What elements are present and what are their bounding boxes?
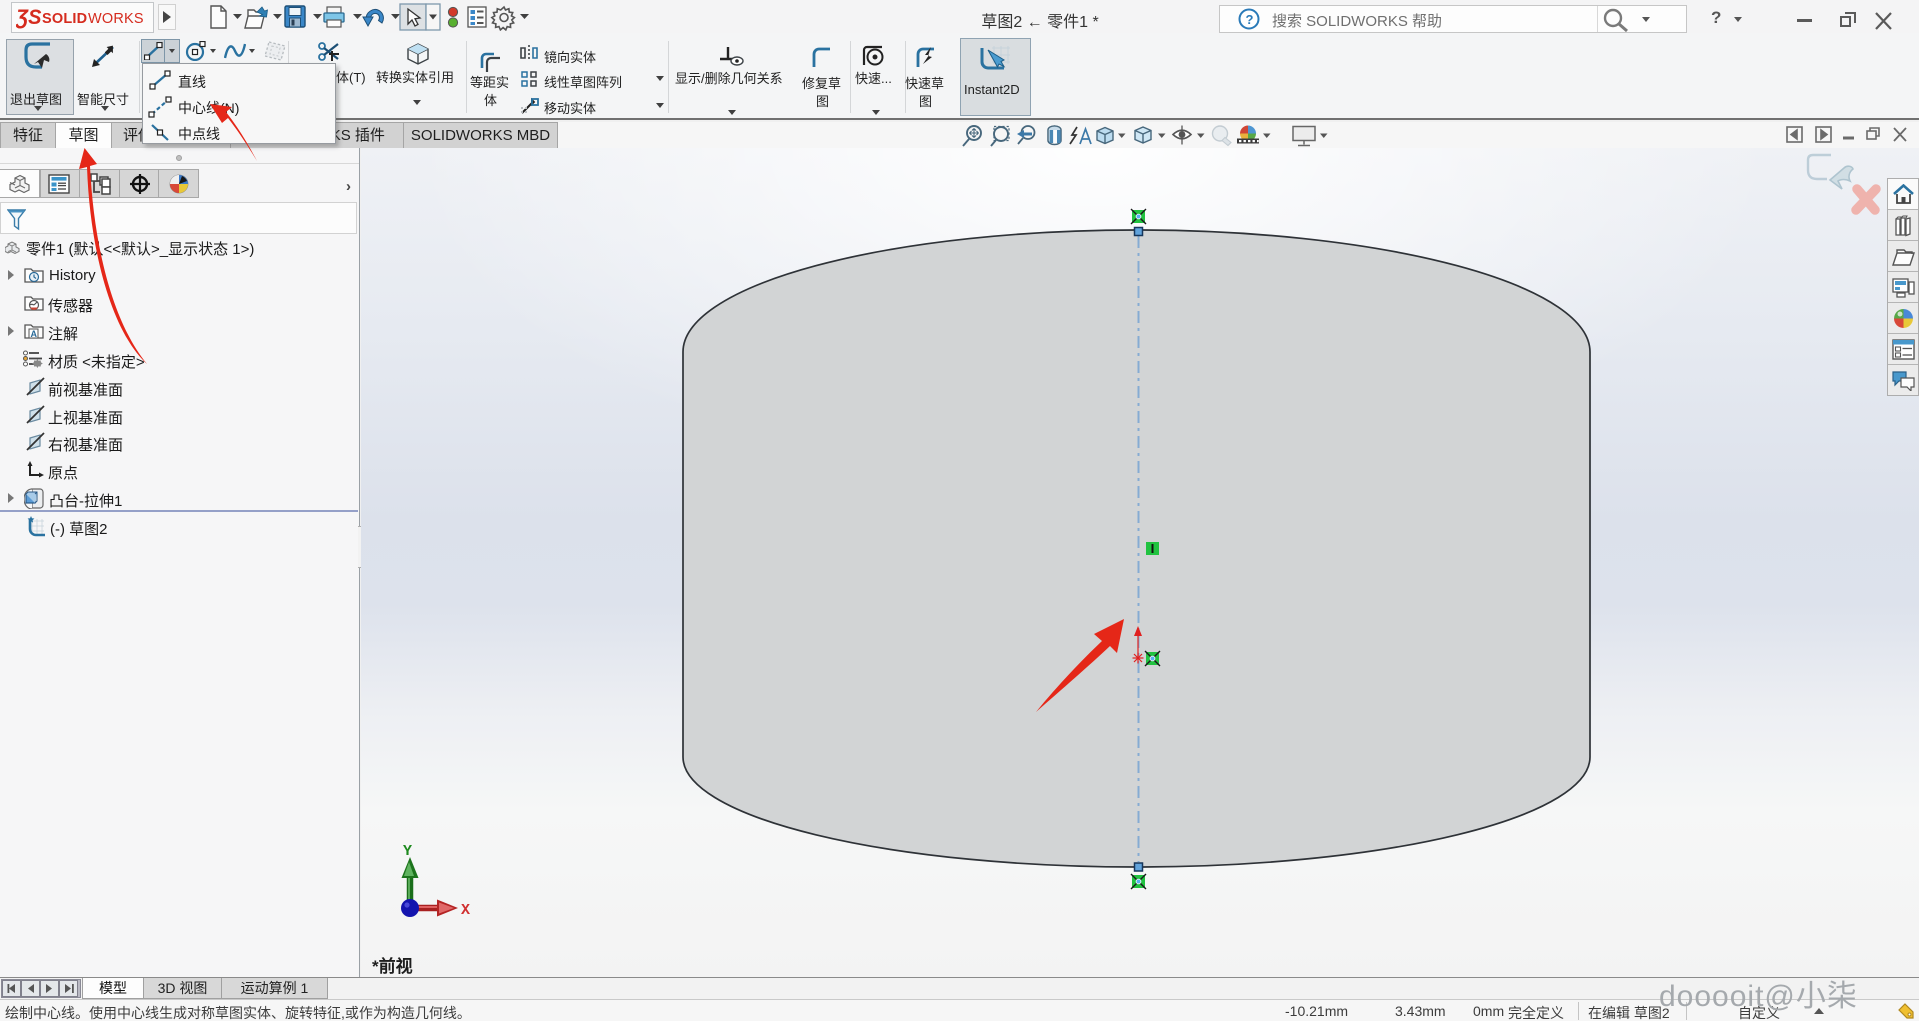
svg-text:*前视: *前视 [372,956,413,976]
svg-text:X: X [461,902,470,919]
svg-text:SOLID: SOLID [42,11,87,27]
svg-text:A: A [31,329,38,339]
svg-text:?: ? [1246,12,1254,27]
svg-text:Y: Y [403,843,412,860]
svg-text:ƷS: ƷS [16,6,42,30]
svg-text:WORKS: WORKS [88,11,144,27]
